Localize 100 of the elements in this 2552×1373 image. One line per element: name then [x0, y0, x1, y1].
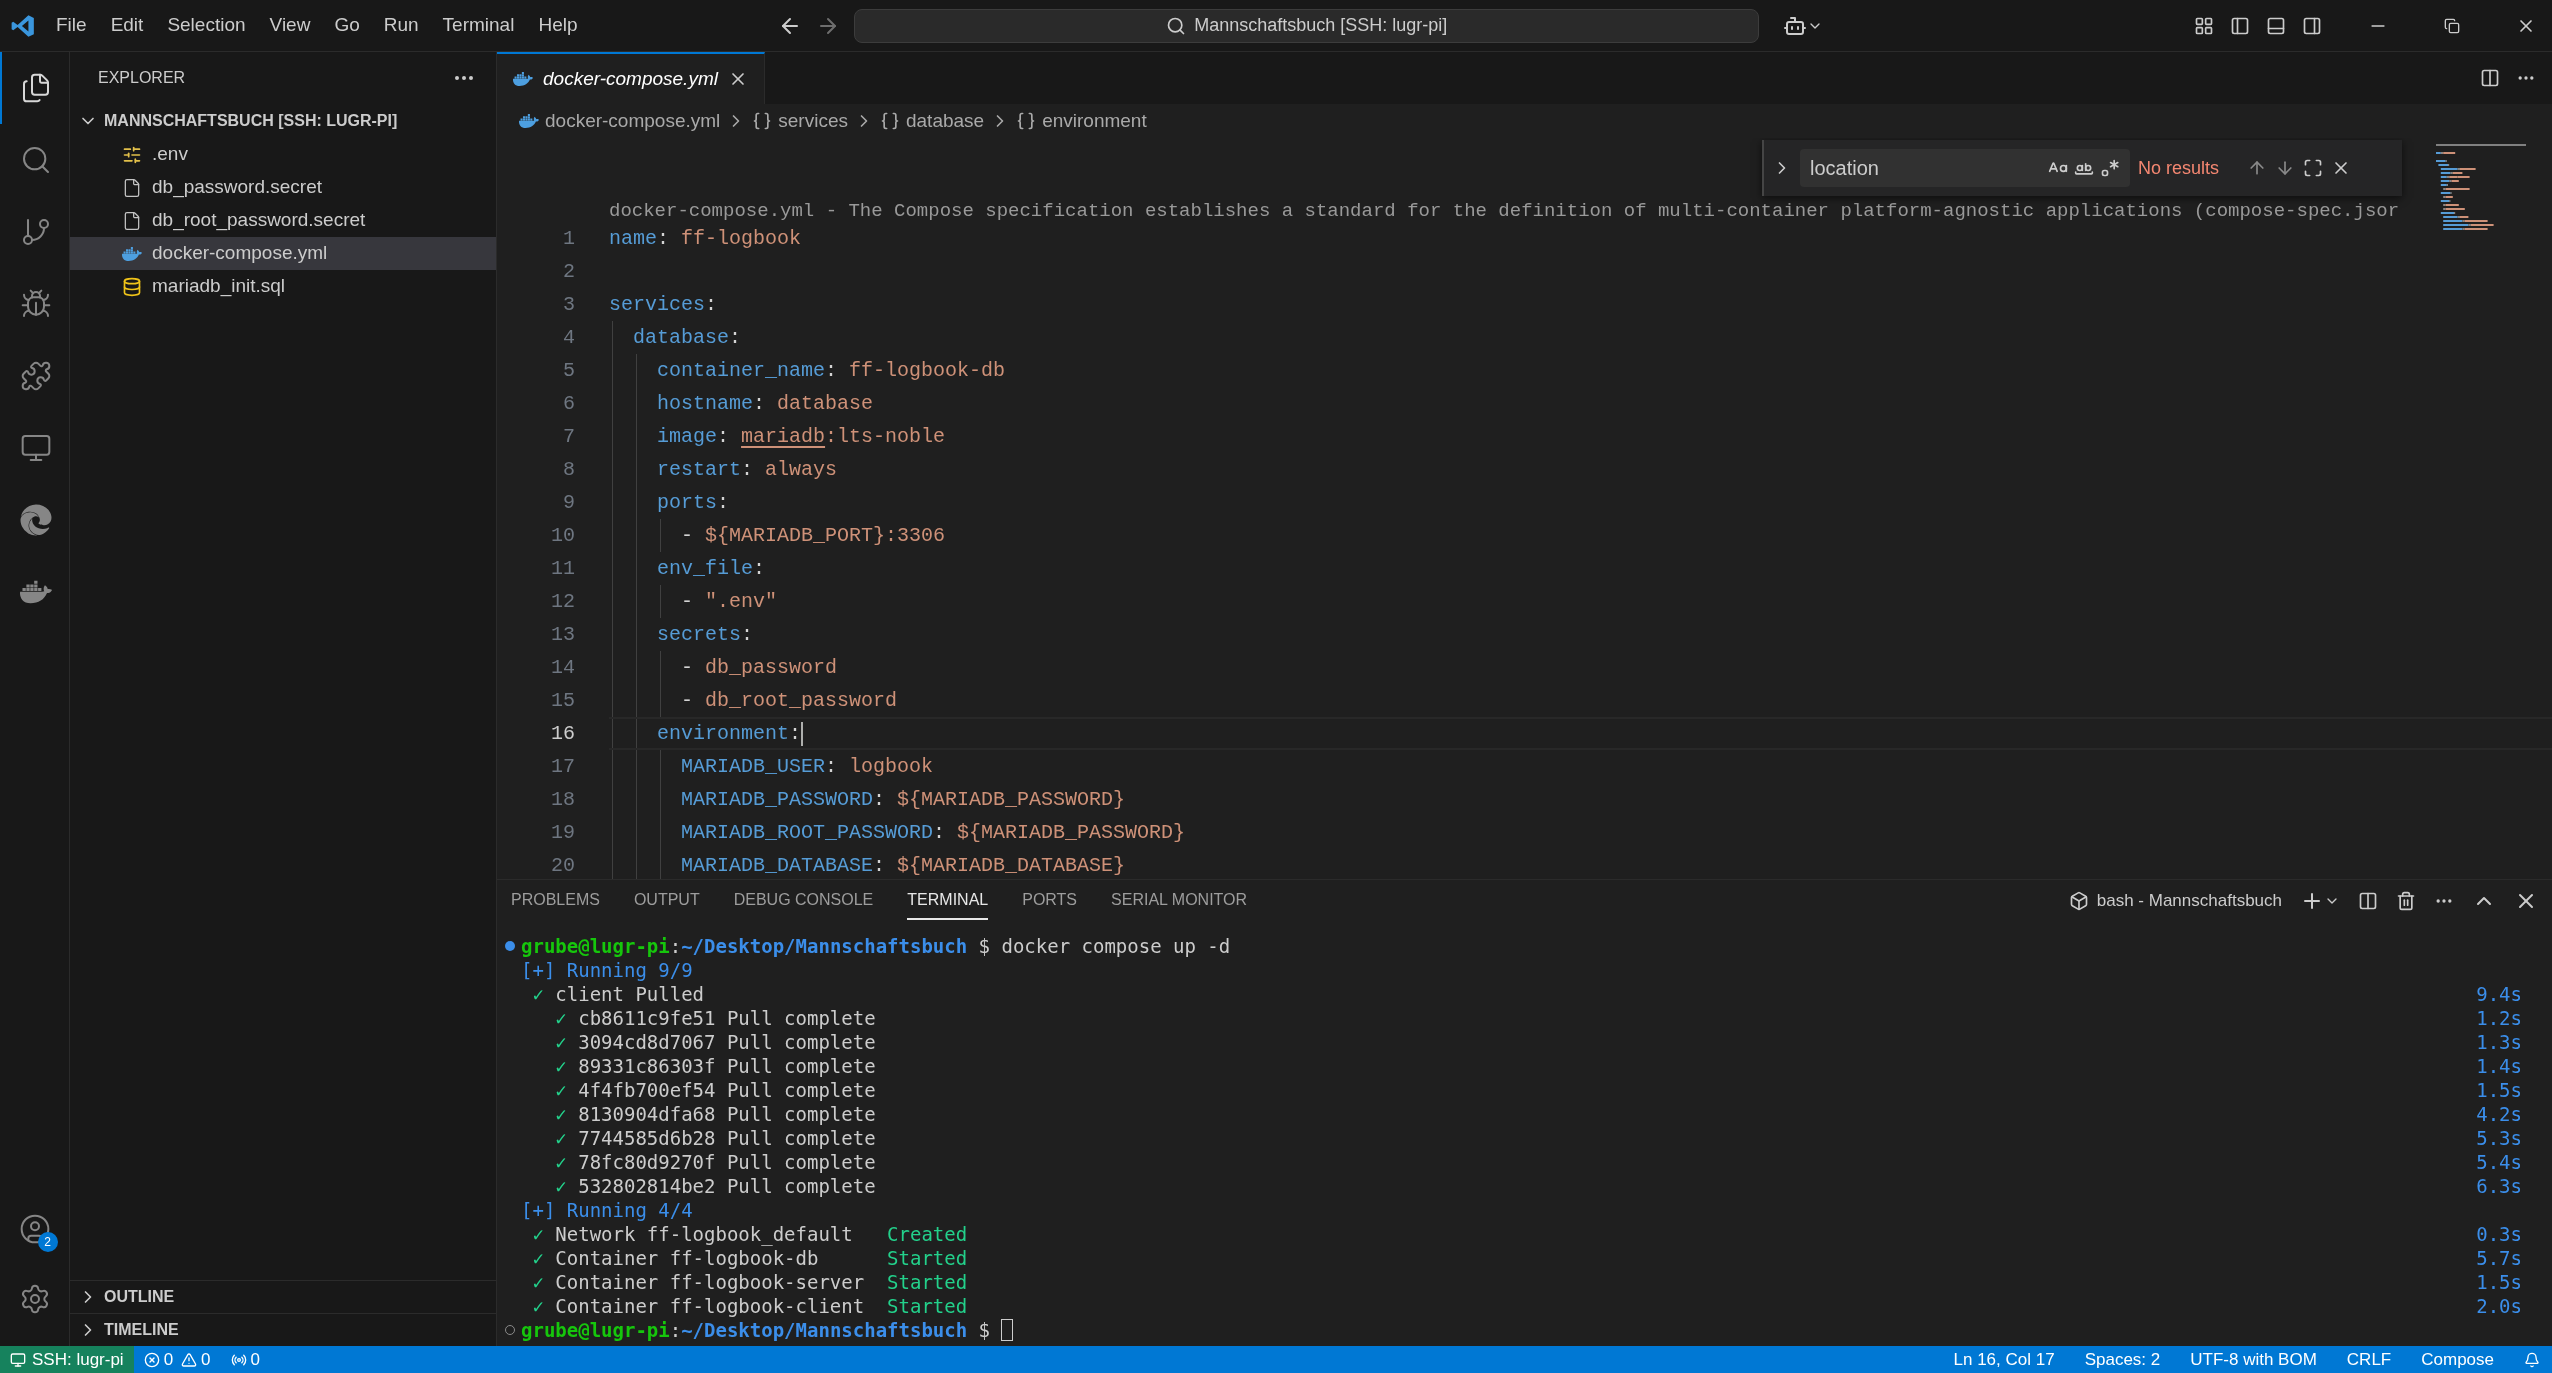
line-number: 16: [550, 720, 576, 747]
editor-tab[interactable]: docker-compose.yml: [497, 52, 765, 104]
code-token: database: [632, 324, 730, 351]
panel-right-icon[interactable]: [2302, 15, 2322, 36]
terminal-text: Network ff-logbook_default: [555, 1222, 854, 1246]
whale-icon: [519, 111, 539, 131]
terminal-text: [+] Running 9/9: [521, 958, 693, 982]
code-token: ${MARIADB_DATABASE}: [897, 852, 1126, 879]
terminal-text: 89331c86303f Pull complete: [578, 1054, 876, 1078]
terminal-time: 6.3s: [2476, 1174, 2522, 1198]
code-token: :: [789, 720, 802, 747]
problems-indicator[interactable]: 0 0: [133, 1346, 221, 1373]
explorer-row[interactable]: db_password.secret: [70, 171, 496, 204]
terminal-time: 5.3s: [2476, 1126, 2522, 1150]
terminal-selector[interactable]: bash - Mannschaftsbuch: [2068, 888, 2282, 914]
panel-bottom-icon[interactable]: [2266, 15, 2286, 36]
line-number: 3: [562, 291, 576, 318]
split-terminal-icon[interactable]: [2358, 891, 2378, 911]
folder-header[interactable]: MANNSCHAFTSBUCH [SSH: LUGR-PI]: [70, 104, 496, 138]
line-number: 11: [550, 555, 576, 582]
breadcrumb-item[interactable]: services: [752, 106, 848, 136]
menu-item[interactable]: Go: [324, 7, 370, 44]
panel-left-icon[interactable]: [2230, 15, 2250, 36]
terminal-time: 9.4s: [2476, 982, 2522, 1006]
terminal-time: 1.4s: [2476, 1054, 2522, 1078]
code-token: env_file: [656, 555, 754, 582]
menu-item[interactable]: File: [46, 7, 97, 44]
braces-icon: [879, 111, 900, 131]
terminal-text: 7744585d6b28 Pull complete: [578, 1126, 876, 1150]
puzzle-icon: [19, 360, 52, 392]
line-number: 2: [562, 258, 576, 285]
breadcrumb-item[interactable]: docker-compose.yml: [519, 106, 721, 136]
notification-badge: 2: [37, 1232, 58, 1252]
trash-icon[interactable]: [2396, 891, 2416, 911]
code-token: hostname: [656, 390, 754, 417]
code-token: :: [717, 423, 731, 450]
breadcrumb-item[interactable]: environment: [1016, 106, 1147, 136]
remote-indicator[interactable]: SSH: lugr-pi: [0, 1346, 134, 1373]
terminal-text: ✓: [531, 982, 545, 1006]
terminal-text: ✓: [531, 1294, 545, 1318]
status-item[interactable]: CRLF: [2346, 1346, 2392, 1373]
restore-icon[interactable]: [2444, 17, 2460, 34]
text-cursor: [801, 721, 804, 746]
line-number: 7: [562, 423, 576, 450]
code-token: logbook: [849, 753, 934, 780]
terminal-text: ~/Desktop/Mannschaftsbuch: [681, 1318, 968, 1342]
panel-tab[interactable]: PROBLEMS: [511, 882, 600, 920]
terminal-text: :: [669, 1318, 682, 1342]
error-count: 0: [163, 1348, 174, 1371]
terminal-text: ✓: [531, 1270, 545, 1294]
explorer-row[interactable]: db_root_password.secret: [70, 204, 496, 237]
terminal-time: 4.2s: [2476, 1102, 2522, 1126]
panel-tab[interactable]: PORTS: [1022, 882, 1078, 920]
line-number: 4: [562, 324, 576, 351]
split-editor-icon[interactable]: [2480, 68, 2500, 88]
explorer-row[interactable]: .env: [70, 138, 496, 171]
bell-icon[interactable]: [2524, 1351, 2540, 1368]
code-token: secrets: [656, 621, 742, 648]
menu-item[interactable]: Selection: [157, 7, 256, 44]
terminal-text: client Pulled: [555, 982, 705, 1006]
status-item[interactable]: Spaces: 2: [2084, 1346, 2161, 1373]
menu-item[interactable]: Edit: [100, 7, 154, 44]
explorer-row[interactable]: docker-compose.yml: [70, 237, 496, 270]
code-token: ${MARIADB_PASSWORD}: [897, 786, 1126, 813]
code-token: ff-logbook: [681, 225, 802, 252]
code-token: db_root_password: [705, 687, 898, 714]
file-icon: [122, 210, 142, 231]
code-token: :: [933, 819, 947, 846]
command-center[interactable]: Mannschaftsbuch [SSH: lugr-pi]: [854, 8, 1760, 43]
regex-icon[interactable]: [2100, 158, 2120, 178]
status-item[interactable]: Ln 16, Col 17: [1953, 1346, 2055, 1373]
code-link[interactable]: mariadb: [741, 421, 826, 452]
status-item[interactable]: UTF-8 with BOM: [2190, 1346, 2317, 1373]
menu-item[interactable]: Run: [373, 7, 429, 44]
terminal-text: Created: [887, 1222, 968, 1246]
panel-tab[interactable]: DEBUG CONSOLE: [733, 882, 874, 920]
remote-icon: [10, 1351, 26, 1368]
codelens-text[interactable]: docker-compose.yml - The Compose specification establishes a standard for the definition of multi-container platform-agnostic applications (compose-spec.jsor: [497, 200, 2552, 222]
menu-item[interactable]: Terminal: [432, 7, 525, 44]
terminal-text: ✓: [554, 1006, 568, 1030]
code-token: -: [680, 522, 694, 549]
menu-item[interactable]: Help: [528, 7, 588, 44]
find-in-selection-icon[interactable]: [2303, 158, 2324, 178]
code-token: ports: [656, 489, 718, 516]
braces-icon: [752, 111, 773, 131]
panel-tab[interactable]: SERIAL MONITOR: [1111, 882, 1248, 920]
sidebar-title: EXPLORER: [98, 68, 186, 88]
breadcrumb-item[interactable]: database: [879, 106, 985, 136]
find-input[interactable]: location: [1800, 149, 2130, 187]
account-button[interactable]: 2: [0, 1194, 70, 1264]
explorer-row[interactable]: mariadb_init.sql: [70, 270, 496, 303]
ports-indicator[interactable]: 0: [220, 1346, 271, 1373]
layout-icon[interactable]: [2194, 15, 2214, 36]
line-number: 18: [550, 786, 576, 813]
menu-item[interactable]: View: [259, 7, 321, 44]
panel-tab[interactable]: OUTPUT: [633, 882, 700, 920]
section-header[interactable]: OUTLINE: [70, 1280, 496, 1313]
status-item[interactable]: Compose: [2421, 1346, 2494, 1373]
terminal-time: 5.7s: [2476, 1246, 2522, 1270]
panel-tab[interactable]: TERMINAL: [907, 882, 989, 920]
